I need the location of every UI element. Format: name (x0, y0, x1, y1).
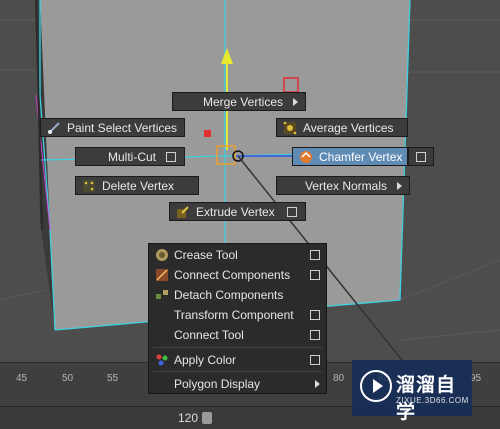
delete-vertex-icon (83, 179, 95, 192)
menu-multi-cut[interactable]: Multi-Cut (75, 147, 185, 166)
average-vertices-icon (283, 121, 297, 134)
submenu-arrow-icon (315, 380, 320, 388)
menu-vertex-normals[interactable]: Vertex Normals (276, 176, 410, 195)
chamfer-vertex-icon (300, 150, 312, 163)
option-box[interactable] (287, 206, 297, 217)
menu-label: Paint Select Vertices (67, 120, 178, 135)
menu-item-label: Connect Components (174, 268, 291, 282)
option-box (416, 151, 426, 162)
timeline-tick: 45 (16, 373, 28, 384)
option-box[interactable] (310, 310, 320, 320)
menu-label: Vertex Normals (304, 178, 387, 193)
end-frame-field[interactable]: 120 (178, 410, 213, 426)
menu-extrude-vertex[interactable]: Extrude Vertex (169, 202, 306, 221)
menu-separator (153, 371, 322, 372)
extrude-vertex-icon (177, 205, 189, 218)
crease-tool-icon (156, 249, 168, 261)
menu-label: Chamfer Vertex (319, 149, 403, 164)
end-frame-value: 120 (178, 411, 199, 425)
menu-item-connect-tool[interactable]: Connect Tool (149, 325, 326, 345)
menu-item-label: Polygon Display (174, 377, 261, 391)
marking-menu-overflow-list: Crease Tool Connect Components Detach Co… (148, 243, 327, 394)
menu-separator (153, 347, 322, 348)
menu-paint-select-vertices[interactable]: Paint Select Vertices (40, 118, 185, 137)
chamfer-vertex-option[interactable] (408, 147, 434, 166)
menu-merge-vertices[interactable]: Merge Vertices (172, 92, 306, 111)
apply-color-icon (156, 354, 168, 366)
menu-label: Extrude Vertex (196, 204, 275, 219)
menu-label: Delete Vertex (102, 178, 175, 193)
timeline-tick: 80 (333, 373, 345, 384)
polygon-display-icon (155, 377, 169, 391)
menu-item-label: Crease Tool (174, 248, 238, 262)
submenu-arrow-icon (397, 181, 402, 190)
menu-item-apply-color[interactable]: Apply Color (149, 350, 326, 370)
option-box[interactable] (310, 250, 320, 260)
menu-item-label: Detach Components (174, 288, 284, 302)
menu-item-label: Transform Component (174, 308, 294, 322)
play-icon (360, 370, 392, 402)
timeline-tick: 50 (62, 373, 74, 384)
menu-item-label: Connect Tool (174, 328, 244, 342)
menu-delete-vertex[interactable]: Delete Vertex (75, 176, 199, 195)
menu-average-vertices[interactable]: Average Vertices (276, 118, 408, 137)
menu-item-transform-component[interactable]: Transform Component (149, 305, 326, 325)
transform-component-icon (155, 308, 169, 322)
menu-item-polygon-display[interactable]: Polygon Display (149, 374, 326, 394)
paint-brush-icon (48, 121, 60, 134)
menu-label: Merge Vertices (202, 94, 283, 109)
option-box[interactable] (310, 355, 320, 365)
watermark-subtitle: ZIXUE.3D66.COM (396, 396, 469, 405)
submenu-arrow-icon (293, 97, 298, 106)
connect-components-icon (156, 269, 168, 281)
detach-components-icon (156, 290, 168, 299)
menu-item-crease-tool[interactable]: Crease Tool (149, 245, 326, 265)
menu-chamfer-vertex[interactable]: Chamfer Vertex (292, 147, 408, 166)
option-box[interactable] (166, 151, 176, 162)
menu-item-connect-components[interactable]: Connect Components (149, 265, 326, 285)
option-box[interactable] (310, 330, 320, 340)
menu-label: Average Vertices (303, 120, 394, 135)
menu-label: Multi-Cut (107, 149, 156, 164)
connect-tool-icon (155, 328, 169, 342)
menu-item-label: Apply Color (174, 353, 237, 367)
menu-item-detach-components[interactable]: Detach Components (149, 285, 326, 305)
range-handle[interactable] (202, 412, 213, 424)
option-box[interactable] (310, 270, 320, 280)
timeline-tick: 55 (107, 373, 119, 384)
watermark-logo: 溜溜自学 ZIXUE.3D66.COM (352, 360, 472, 423)
